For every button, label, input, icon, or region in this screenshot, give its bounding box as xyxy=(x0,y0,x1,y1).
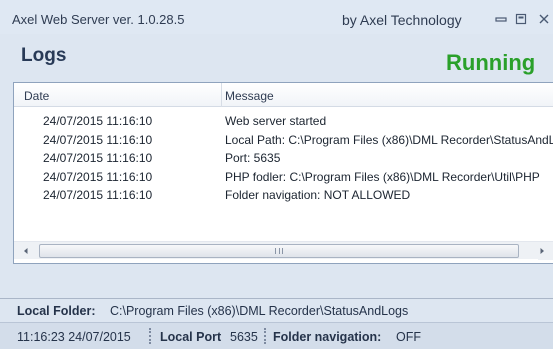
server-status-label: Running xyxy=(446,50,536,75)
chevron-left-icon[interactable] xyxy=(20,245,32,257)
window-title: Axel Web Server ver. 1.0.28.5 xyxy=(12,12,185,27)
log-message: Web server started xyxy=(225,114,327,128)
log-row[interactable]: 24/07/2015 11:16:10 Web server started xyxy=(14,112,553,131)
local-folder-bar: Local Folder: C:\Program Files (x86)\DML… xyxy=(0,299,553,322)
log-row[interactable]: 24/07/2015 11:16:10 Port: 5635 xyxy=(14,149,553,168)
page-title: Logs xyxy=(21,45,67,66)
grip-icon xyxy=(275,248,283,254)
status-separator xyxy=(264,328,266,344)
log-list[interactable]: Date Message 24/07/2015 11:16:10 Web ser… xyxy=(13,82,553,264)
status-timestamp: 11:16:23 24/07/2015 xyxy=(17,330,131,344)
local-folder-path: C:\Program Files (x86)\DML Recorder\Stat… xyxy=(110,304,409,318)
log-message: Local Path: C:\Program Files (x86)\DML R… xyxy=(225,132,553,147)
log-date: 24/07/2015 11:16:10 xyxy=(43,151,153,165)
log-list-header: Date Message xyxy=(14,83,553,107)
minimize-icon[interactable] xyxy=(494,12,508,26)
chevron-right-icon[interactable] xyxy=(536,245,548,257)
log-message: Folder navigation: NOT ALLOWED xyxy=(225,188,411,202)
status-separator xyxy=(149,328,151,344)
log-message: PHP fodler: C:\Program Files (x86)\DML R… xyxy=(225,169,540,184)
log-date: 24/07/2015 11:16:10 xyxy=(43,188,153,202)
maximize-icon[interactable] xyxy=(514,12,528,26)
folder-navigation-value: OFF xyxy=(396,330,421,344)
log-date: 24/07/2015 11:16:10 xyxy=(43,169,153,184)
close-icon[interactable] xyxy=(537,12,551,26)
folder-navigation-label: Folder navigation: xyxy=(273,330,382,344)
local-port-value: 5635 xyxy=(230,330,258,344)
log-date: 24/07/2015 11:16:10 xyxy=(43,132,153,147)
log-date: 24/07/2015 11:16:10 xyxy=(43,114,153,128)
status-bar: 11:16:23 24/07/2015 Local Port 5635 Fold… xyxy=(0,322,553,349)
log-row[interactable]: 24/07/2015 11:16:10 PHP fodler: C:\Progr… xyxy=(14,168,553,187)
log-rows: 24/07/2015 11:16:10 Web server started 2… xyxy=(14,112,553,205)
horizontal-scrollbar[interactable] xyxy=(14,241,553,260)
column-divider[interactable] xyxy=(221,83,222,107)
log-message: Port: 5635 xyxy=(225,151,281,165)
title-bar: Axel Web Server ver. 1.0.28.5 by Axel Te… xyxy=(0,0,553,34)
column-header-date[interactable]: Date xyxy=(24,89,49,103)
local-port-label: Local Port xyxy=(160,330,222,344)
log-row[interactable]: 24/07/2015 11:16:10 Folder navigation: N… xyxy=(14,186,553,205)
vendor-label: by Axel Technology xyxy=(342,12,462,28)
log-row[interactable]: 24/07/2015 11:16:10 Local Path: C:\Progr… xyxy=(14,131,553,150)
scrollbar-thumb[interactable] xyxy=(39,244,519,258)
column-header-message[interactable]: Message xyxy=(225,89,274,103)
local-folder-label: Local Folder: xyxy=(17,304,96,318)
